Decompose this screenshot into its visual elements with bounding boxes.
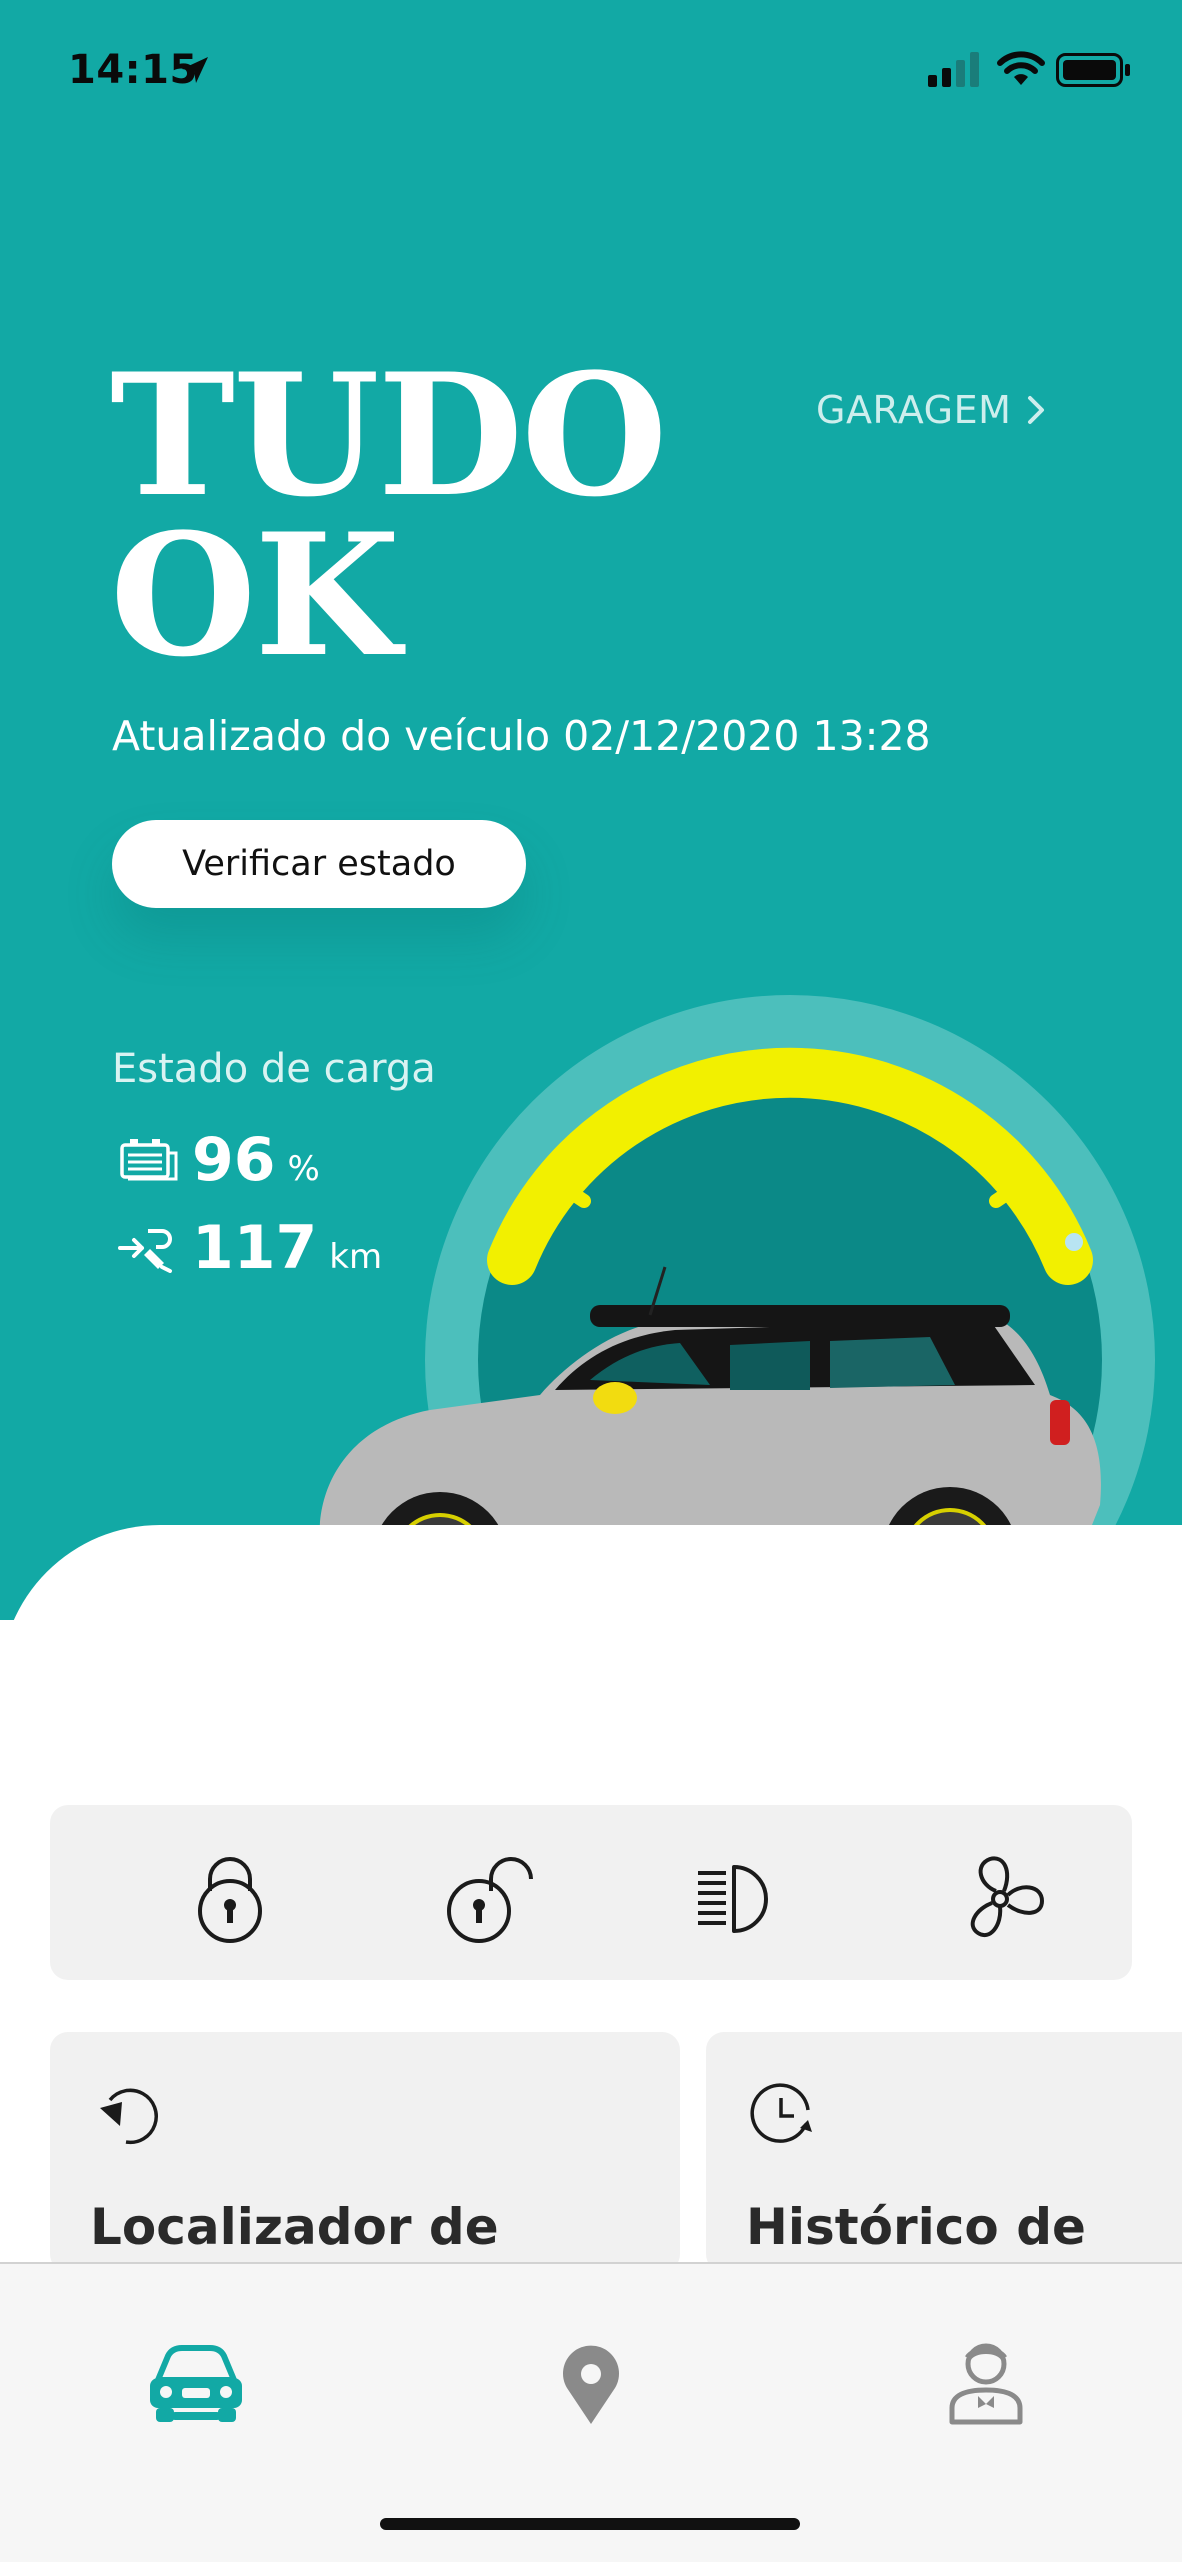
charge-state-label: Estado de carga	[112, 1046, 436, 1092]
garage-link-label: GARAGEM	[816, 388, 1012, 432]
range-value: 117	[192, 1213, 318, 1283]
battery-value: 96	[192, 1125, 276, 1195]
battery-charge-icon	[120, 1139, 178, 1181]
plug-range-icon	[118, 1229, 172, 1273]
lock-icon[interactable]	[180, 1845, 280, 1945]
battery-status-icon	[1056, 53, 1130, 87]
card-title-history: Histórico de	[746, 2198, 1086, 2256]
active-tab-indicator	[171, 2412, 221, 2420]
cellular-signal-icon	[928, 52, 979, 87]
locator-arrow-icon	[100, 2088, 158, 2145]
last-updated-text: Atualizado do veículo 02/12/2020 13:28	[112, 712, 931, 760]
unlock-icon[interactable]	[435, 1845, 535, 1945]
fan-icon[interactable]	[950, 1845, 1050, 1945]
map-pin-icon[interactable]	[531, 2324, 651, 2444]
remote-controls-bar	[50, 1805, 1132, 1980]
battery-unit: %	[287, 1149, 320, 1189]
wifi-icon	[997, 51, 1045, 85]
verify-status-button[interactable]: Verificar estado	[112, 820, 526, 908]
bottom-tab-bar	[0, 2262, 1182, 2562]
chevron-right-icon	[1028, 396, 1045, 424]
garage-link[interactable]: GARAGEM	[816, 388, 1047, 432]
car-icon[interactable]	[136, 2324, 256, 2444]
battery-level: 96 %	[118, 1125, 320, 1195]
status-title-line2: OK	[110, 496, 400, 694]
range-unit: km	[329, 1237, 383, 1277]
location-arrow-icon	[182, 57, 208, 83]
status-title: TUDO OK	[110, 351, 668, 679]
range-level: 117 km	[118, 1213, 382, 1283]
trip-history-card[interactable]: Histórico de	[706, 2032, 1182, 2272]
home-indicator	[380, 2518, 800, 2530]
headlight-icon[interactable]	[690, 1845, 790, 1945]
profile-icon[interactable]	[926, 2324, 1046, 2444]
vehicle-locator-card[interactable]: Localizador de	[50, 2032, 680, 2272]
history-clock-icon	[750, 2083, 812, 2143]
card-title-locator: Localizador de	[90, 2198, 499, 2256]
status-bar: 14:15	[0, 45, 1182, 95]
